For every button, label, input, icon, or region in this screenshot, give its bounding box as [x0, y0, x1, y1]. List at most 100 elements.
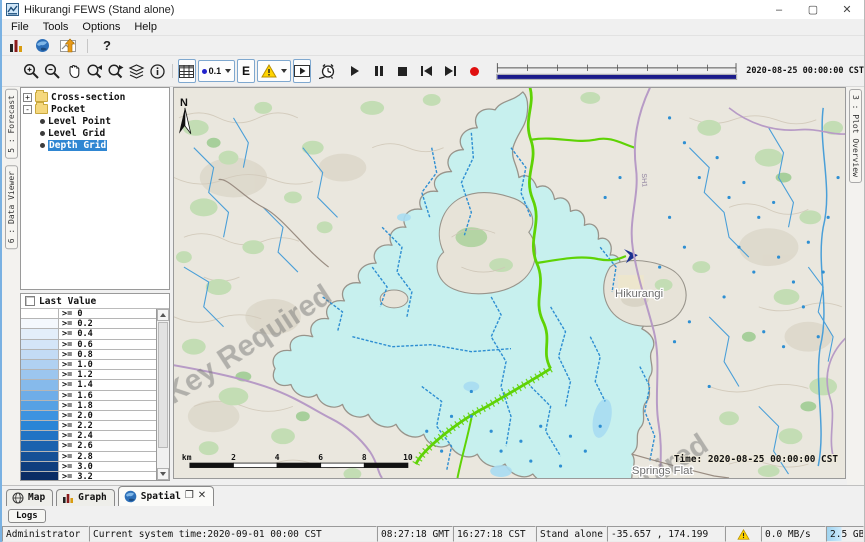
legend-row[interactable]: >= 1.6	[21, 391, 156, 401]
pan-button[interactable]	[64, 59, 83, 83]
status-bar: Administrator Current system time:2020-0…	[2, 526, 864, 542]
legend-scrollbar[interactable]	[156, 309, 169, 480]
timeline-slider[interactable]	[495, 58, 738, 84]
maximize-button[interactable]: ▢	[796, 0, 830, 19]
layers-button[interactable]	[127, 59, 146, 83]
warning-threshold-selector[interactable]	[257, 60, 291, 82]
status-mode: Stand alone	[536, 526, 607, 542]
legend-row[interactable]: >= 3.2	[21, 472, 156, 481]
play-button[interactable]	[347, 63, 363, 79]
legend-row[interactable]: >= 1.4	[21, 380, 156, 390]
scroll-track[interactable]	[157, 321, 169, 468]
tree-item-level-point[interactable]: Level Point	[23, 115, 169, 127]
legend-row[interactable]: >= 0.2	[21, 319, 156, 329]
tab-spatial[interactable]: Spatial ❒ ✕	[118, 486, 214, 506]
expand-icon[interactable]: +	[23, 93, 32, 102]
tab-map[interactable]: Map	[6, 489, 53, 506]
scale-bar-button[interactable]: E	[237, 59, 255, 83]
scroll-thumb[interactable]	[158, 322, 168, 448]
legend-row[interactable]: >= 2.0	[21, 411, 156, 421]
time-series-display-button[interactable]	[58, 37, 78, 55]
bullet-icon	[40, 119, 45, 124]
database-display-button[interactable]	[6, 37, 26, 55]
legend-label: >= 1.6	[59, 391, 156, 400]
warning-icon	[261, 64, 277, 78]
tab-plot-overview[interactable]: 3 : Plot Overview	[849, 89, 862, 183]
scroll-down-button[interactable]	[157, 468, 169, 480]
stop-button[interactable]	[395, 63, 411, 79]
collapse-icon[interactable]: -	[23, 105, 32, 114]
record-button[interactable]	[467, 63, 483, 79]
minimize-button[interactable]: –	[762, 0, 796, 19]
tab-label: Map	[28, 492, 45, 503]
logs-button[interactable]: Logs	[8, 509, 46, 523]
map-canvas[interactable]: SH1	[174, 88, 845, 478]
legend-row[interactable]: >= 2.2	[21, 421, 156, 431]
playback-controls	[347, 63, 483, 79]
go-to-start-button[interactable]	[419, 63, 435, 79]
tree-item-level-grid[interactable]: Level Grid	[23, 127, 169, 139]
scroll-up-button[interactable]	[157, 309, 169, 321]
last-value-label: Last Value	[39, 296, 96, 307]
legend-row[interactable]: >= 1.2	[21, 370, 156, 380]
window-title: Hikurangi FEWS (Stand alone)	[24, 4, 174, 16]
zoom-next-button[interactable]	[106, 59, 125, 83]
status-warning-cell[interactable]	[725, 526, 761, 542]
bullet-icon	[40, 131, 45, 136]
legend-row[interactable]: >= 0	[21, 309, 156, 319]
legend-row[interactable]: >= 1.0	[21, 360, 156, 370]
legend-row[interactable]: >= 2.6	[21, 441, 156, 451]
chevron-down-icon	[225, 69, 231, 73]
value-scale-selector[interactable]: 0.1	[198, 60, 236, 82]
pause-button[interactable]	[371, 63, 387, 79]
close-pane-icon[interactable]: ✕	[198, 491, 206, 501]
info-button[interactable]	[148, 59, 167, 83]
tab-label: Graph	[78, 492, 107, 503]
legend-row[interactable]: >= 0.6	[21, 340, 156, 350]
tab-forecast[interactable]: 5 : Forecast	[5, 89, 18, 159]
toolbar-separator	[87, 39, 88, 53]
tree-item-pocket[interactable]: - Pocket	[23, 103, 169, 115]
legend-swatch	[21, 401, 59, 410]
legend-row[interactable]: >= 2.8	[21, 452, 156, 462]
tree-item-depth-grid[interactable]: Depth Grid	[23, 139, 169, 151]
tab-graph[interactable]: Graph	[56, 489, 115, 506]
go-to-end-button[interactable]	[443, 63, 459, 79]
timeline-datetime: 2020-08-25 00:00:00 CST	[746, 66, 864, 76]
legend-row[interactable]: >= 3.0	[21, 462, 156, 472]
map-display-button[interactable]	[32, 37, 52, 55]
pause-icon	[375, 66, 383, 76]
last-value-checkbox[interactable]	[25, 296, 35, 306]
right-tab-strip: 3 : Plot Overview	[847, 87, 864, 485]
grid-display-button[interactable]	[178, 59, 196, 83]
legend-row[interactable]: >= 0.8	[21, 350, 156, 360]
legend-swatch	[21, 472, 59, 481]
legend-swatch	[21, 309, 59, 318]
tab-label: Spatial	[141, 491, 181, 502]
menu-item-tools[interactable]: Tools	[36, 19, 76, 35]
legend-row[interactable]: >= 0.4	[21, 329, 156, 339]
menu-item-options[interactable]: Options	[75, 19, 127, 35]
tree-item-cross-section[interactable]: + Cross-section	[23, 91, 169, 103]
tab-data-viewer[interactable]: 6 : Data Viewer	[5, 165, 18, 249]
legend-row[interactable]: >= 2.4	[21, 431, 156, 441]
legend-row[interactable]: >= 1.8	[21, 401, 156, 411]
movie-icon	[294, 65, 310, 77]
help-button[interactable]: ?	[97, 37, 117, 55]
close-button[interactable]: ✕	[830, 0, 864, 19]
menu-item-help[interactable]: Help	[127, 19, 164, 35]
map-time-label: Time: 2020-08-25 00:00:00 CST	[674, 454, 839, 465]
legend-swatch	[21, 441, 59, 450]
legend-label: >= 2.8	[59, 452, 156, 461]
folder-icon	[35, 92, 48, 102]
status-gmt-time: 08:27:18 GMT	[377, 526, 453, 542]
animation-button[interactable]	[293, 59, 311, 83]
legend-swatch	[21, 340, 59, 349]
zoom-in-button[interactable]	[22, 59, 41, 83]
svg-text:8: 8	[362, 453, 367, 462]
set-time-button[interactable]	[319, 59, 337, 83]
restore-pane-icon[interactable]: ❒	[185, 491, 194, 501]
zoom-out-button[interactable]	[43, 59, 62, 83]
menu-item-file[interactable]: File	[4, 19, 36, 35]
zoom-previous-button[interactable]	[85, 59, 104, 83]
